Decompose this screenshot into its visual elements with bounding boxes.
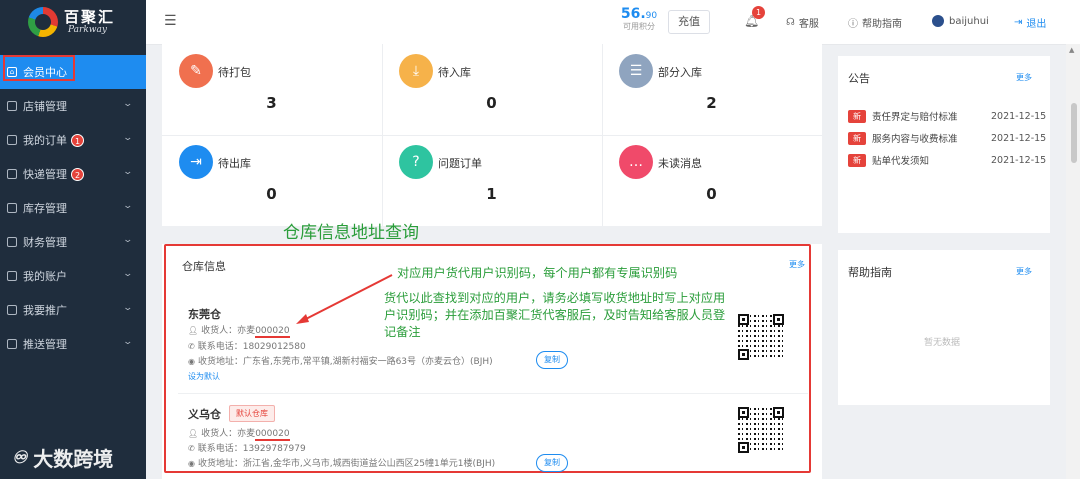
notice-item-date: 2021-12-15 [991, 154, 1047, 166]
notice-item-text: 贴单代发须知 [872, 156, 930, 167]
new-tag: 新 [848, 109, 866, 123]
notice-item-text: 服务内容与收费标准 [872, 134, 958, 145]
user-icon: 👤︎ [188, 429, 199, 438]
phone-line: ✆ 联系电话：18029012580 [188, 342, 306, 352]
notice-item-date: 2021-12-15 [991, 132, 1047, 144]
new-tag: 新 [848, 153, 866, 167]
notice-more-link[interactable]: 更多 [1016, 72, 1032, 83]
help-title: 帮助指南 [848, 266, 892, 279]
scroll-up-icon[interactable]: ▲ [1069, 46, 1074, 54]
notice-item-text: 责任界定与赔付标准 [872, 112, 958, 123]
annotation-callout-2: 货代以此查找到对应的用户，请务必填写收货地址时写上对应用户识别码；并在添加百聚汇… [384, 291, 726, 339]
set-default-link[interactable]: 设为默认 [188, 371, 220, 382]
qr-code [738, 314, 784, 360]
location-icon: ◉ [188, 357, 195, 366]
empty-state-text: 暂无数据 [924, 338, 961, 348]
qr-code [738, 407, 784, 453]
scrollbar-thumb[interactable] [1071, 103, 1077, 163]
phone-icon: ✆ [188, 444, 195, 453]
divider [178, 393, 808, 394]
location-icon: ◉ [188, 459, 195, 468]
address-line: ◉ 收货地址：浙江省,金华市,义乌市,城西街道益公山西区25幢1单元1楼(BJH) [188, 459, 496, 469]
help-more-link[interactable]: 更多 [1016, 266, 1032, 277]
user-icon: 👤︎ [188, 326, 199, 335]
notice-item-date: 2021-12-15 [991, 110, 1047, 122]
new-tag: 新 [848, 131, 866, 145]
notice-title: 公告 [848, 72, 870, 85]
warehouse-name: 义乌仓 [188, 408, 221, 421]
default-warehouse-tag: 默认仓库 [229, 405, 275, 422]
warehouse-name: 东莞仓 [188, 308, 221, 321]
user-code: 000020 [255, 429, 290, 441]
annotation-callout-1: 对应用户货代用户识别码，每个用户都有专属识别码 [397, 266, 678, 280]
phone-icon: ✆ [188, 342, 195, 351]
address-line: ◉ 收货地址：广东省,东莞市,常平镇,湖新村福安一路63号（亦麦云仓）(BJH) [188, 357, 493, 367]
receiver-line: 👤︎ 收货人：亦麦000020 [188, 326, 290, 338]
notice-item[interactable]: 新 贴单代发须知 2021-12-15 [848, 153, 1048, 167]
copy-address-button[interactable]: 复制 [536, 454, 568, 472]
notice-item[interactable]: 新 服务内容与收费标准 2021-12-15 [848, 131, 1048, 145]
notice-item[interactable]: 新 责任界定与赔付标准 2021-12-15 [848, 109, 1048, 123]
copy-address-button[interactable]: 复制 [536, 351, 568, 369]
phone-line: ✆ 联系电话：13929787979 [188, 444, 306, 454]
user-code: 000020 [255, 326, 290, 338]
receiver-line: 👤︎ 收货人：亦麦000020 [188, 429, 290, 441]
